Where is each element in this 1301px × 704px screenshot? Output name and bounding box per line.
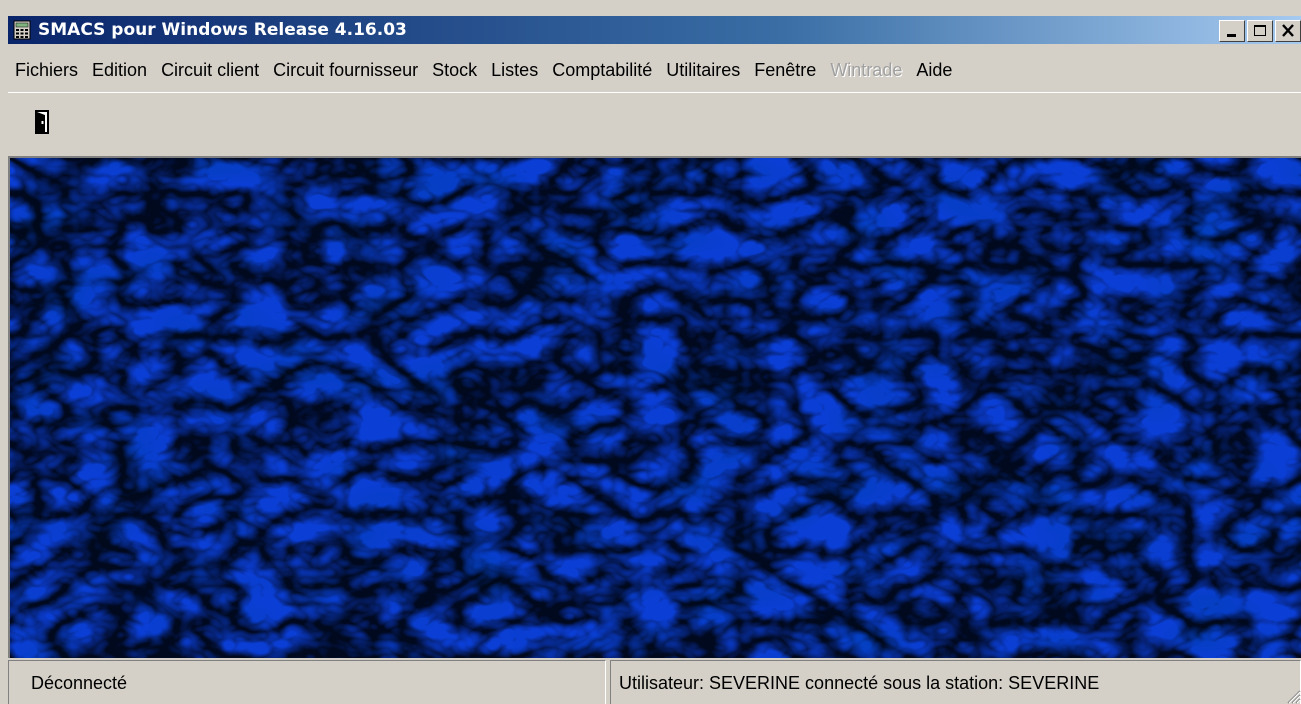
window-controls xyxy=(1219,20,1301,42)
maximize-button[interactable] xyxy=(1247,20,1273,42)
application-window: SMACS pour Windows Release 4.16.03 Fichi… xyxy=(0,0,1301,704)
calculator-icon[interactable] xyxy=(12,20,32,40)
connection-status: Déconnecté xyxy=(8,660,606,704)
menu-comptabilite[interactable]: Comptabilité xyxy=(545,58,659,83)
toolbar xyxy=(8,92,1301,152)
close-icon xyxy=(1282,24,1294,37)
menu-circuit-fournisseur[interactable]: Circuit fournisseur xyxy=(266,58,425,83)
minimize-icon xyxy=(1227,34,1236,37)
maximize-icon xyxy=(1254,25,1266,36)
window-title: SMACS pour Windows Release 4.16.03 xyxy=(38,20,407,40)
menu-utilitaires[interactable]: Utilitaires xyxy=(659,58,747,83)
menu-wintrade: Wintrade xyxy=(830,59,903,80)
menu-listes[interactable]: Listes xyxy=(484,58,545,83)
minimize-button[interactable] xyxy=(1219,20,1245,42)
blue-texture-background xyxy=(10,158,1301,658)
menu-edition[interactable]: Edition xyxy=(85,58,154,83)
menu-fichiers[interactable]: Fichiers xyxy=(8,58,85,83)
exit-button[interactable] xyxy=(30,109,56,135)
title-bar[interactable]: SMACS pour Windows Release 4.16.03 xyxy=(8,16,1301,44)
menu-fenetre[interactable]: Fenêtre xyxy=(747,58,823,83)
menu-stock[interactable]: Stock xyxy=(425,58,484,83)
door-exit-icon xyxy=(35,110,49,134)
mdi-client-area xyxy=(8,156,1301,658)
menu-bar: Fichiers Edition Circuit client Circuit … xyxy=(8,53,959,87)
close-button[interactable] xyxy=(1275,20,1301,42)
user-status: Utilisateur: SEVERINE connecté sous la s… xyxy=(610,660,1301,704)
resize-grip-icon[interactable] xyxy=(1283,686,1301,704)
menu-aide[interactable]: Aide xyxy=(909,58,959,83)
menu-circuit-client[interactable]: Circuit client xyxy=(154,58,266,83)
status-bar: Déconnecté Utilisateur: SEVERINE connect… xyxy=(8,660,1301,704)
